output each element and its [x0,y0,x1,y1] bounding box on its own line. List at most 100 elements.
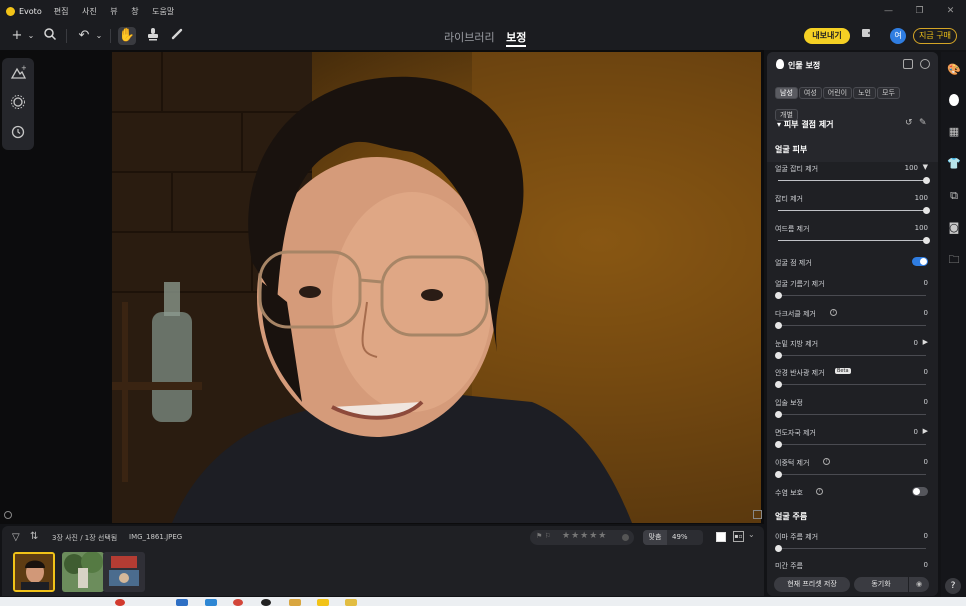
view-options-chevron-icon[interactable]: ⌄ [748,530,755,539]
menu-photo[interactable]: 사진 [82,7,97,16]
slider-knob[interactable] [775,471,782,478]
sync-options-icon[interactable]: ◉ [909,577,929,592]
help-icon[interactable]: ? [830,309,837,316]
sync-button[interactable]: 동기화 [854,577,908,592]
before-after-view-icon[interactable]: ▪▫ [733,531,744,542]
thumbnail-selected[interactable] [13,552,55,592]
slider-value: 100 [914,224,928,232]
export-button[interactable]: 내보내기 [804,28,850,44]
close-icon[interactable]: ✕ [935,0,966,22]
chip-female[interactable]: 여성 [798,87,822,99]
taskbar-app-icon[interactable] [115,599,125,606]
sort-icon[interactable]: ⇅ [30,531,38,542]
taskbar-app-icon[interactable] [176,599,188,606]
reject-icon[interactable] [622,534,629,541]
slider-track[interactable] [778,384,926,385]
thumbnail[interactable] [62,552,104,592]
star-rating[interactable]: ★★★★★ [562,531,607,541]
hand-tool-icon[interactable]: ✋ [118,27,136,45]
crop-icon[interactable]: ⧉ [947,189,961,203]
slider-track[interactable] [778,180,926,181]
share-export-icon[interactable] [858,27,876,45]
taskbar-app-icon[interactable] [317,599,329,606]
filter-icon[interactable]: ▽ [12,532,20,543]
single-view-icon[interactable] [716,532,726,542]
slider-knob[interactable] [775,352,782,359]
user-avatar[interactable]: 여 [890,28,906,44]
maximize-icon[interactable]: ❐ [904,0,935,22]
slider-row: 눈밑 지방 제거 0 ▶ [767,338,938,367]
slider-track[interactable] [778,548,926,549]
toggle-switch[interactable] [912,487,928,496]
sync-settings-icon[interactable] [920,59,930,69]
background-icon[interactable]: ▦ [947,125,961,139]
info-icon[interactable] [4,511,12,519]
brush-tool-icon[interactable] [168,27,186,45]
help-icon[interactable]: ? [823,458,830,465]
slider-knob[interactable] [923,237,930,244]
slider-knob[interactable] [775,441,782,448]
expand-arrow-icon[interactable]: ▶ [923,427,928,435]
slider-track[interactable] [778,210,926,211]
chip-male[interactable]: 남성 [775,87,798,99]
flag-icon[interactable]: ⚑ ⚐ [536,532,551,540]
slider-track[interactable] [778,355,926,356]
thumbnail[interactable] [103,552,145,592]
slider-track[interactable] [778,474,926,475]
folder-settings-icon[interactable]: 🗀 [947,253,961,267]
slider-knob[interactable] [775,411,782,418]
tab-library[interactable]: 라이브러리 [444,31,495,44]
add-dropdown-chevron-icon[interactable]: ⌄ [22,27,40,45]
minimize-icon[interactable]: — [873,0,904,22]
chip-all[interactable]: 모두 [877,87,900,99]
portrait-retouch-icon[interactable] [947,93,961,107]
taskbar-app-icon[interactable] [233,599,243,606]
expand-icon[interactable] [903,59,913,69]
buy-now-button[interactable]: 지금 구매 [913,28,957,44]
search-icon[interactable] [41,27,59,45]
tab-retouch[interactable]: 보정 [506,31,527,47]
camera-icon[interactable]: ◙ [947,221,961,235]
menu-edit[interactable]: 편집 [54,7,69,16]
slider-knob[interactable] [775,381,782,388]
zoom-level-dropdown[interactable]: 49% [672,533,688,541]
slider-track[interactable] [778,444,926,445]
fit-button[interactable]: 맞춤 [643,530,667,545]
dropdown-arrow-icon[interactable]: ▼ [923,163,928,171]
taskbar-app-icon[interactable] [289,599,301,606]
slider-knob[interactable] [775,292,782,299]
section-title[interactable]: ▾ 피부 결점 제거 [777,119,834,130]
taskbar-app-icon[interactable] [345,599,357,606]
slider-track[interactable] [778,325,926,326]
stamp-tool-icon[interactable] [144,27,162,45]
slider-track[interactable] [778,295,926,296]
slider-knob[interactable] [775,545,782,552]
ai-enhance-icon[interactable]: + [9,64,27,82]
edit-icon[interactable]: ✎ [919,118,927,128]
menu-help[interactable]: 도움말 [152,7,174,16]
menu-window[interactable]: 창 [131,7,138,16]
history-icon[interactable] [9,124,27,142]
reset-icon[interactable]: ↺ [905,118,913,128]
undo-history-chevron-icon[interactable]: ⌄ [90,27,108,45]
clothing-icon[interactable]: 👕 [947,157,961,171]
menu-view[interactable]: 뷰 [110,7,117,16]
compare-view-icon[interactable] [753,510,762,519]
palette-icon[interactable]: 🎨 [947,63,961,77]
chip-child[interactable]: 어린이 [822,87,853,99]
taskbar-app-icon[interactable] [261,599,271,606]
help-icon[interactable]: ? [816,488,823,495]
chip-elderly[interactable]: 노인 [853,87,876,99]
expand-arrow-icon[interactable]: ▶ [923,338,928,346]
slider-track[interactable] [778,414,926,415]
save-preset-button[interactable]: 현재 프리셋 저장 [774,577,850,592]
help-icon[interactable]: ? [945,578,961,594]
slider-knob[interactable] [775,322,782,329]
slider-track[interactable] [778,240,926,241]
slider-knob[interactable] [923,177,930,184]
toggle-switch[interactable] [912,257,928,266]
adjust-dial-icon[interactable] [9,94,27,112]
taskbar-app-icon[interactable] [205,599,217,606]
slider-knob[interactable] [923,207,930,214]
edited-photo[interactable] [112,52,761,523]
